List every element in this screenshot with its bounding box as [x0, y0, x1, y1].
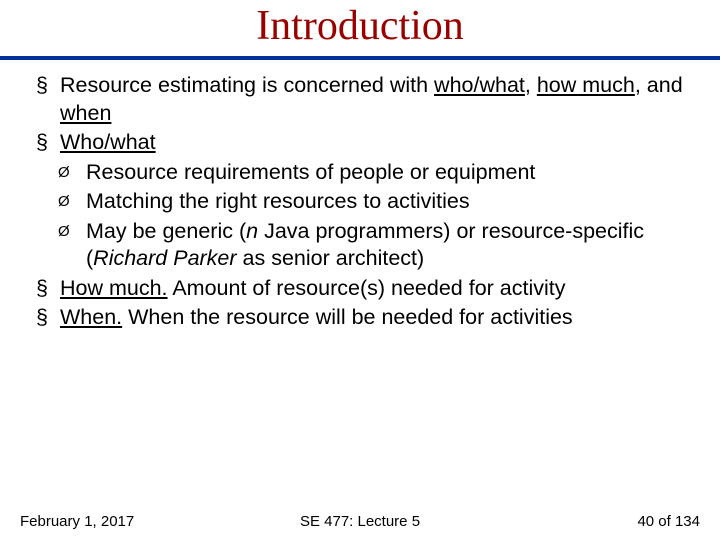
- text: Amount of resource(s) needed for activit…: [168, 276, 566, 300]
- underline: When.: [60, 305, 122, 329]
- subbullet-3: May be generic (n Java programmers) or r…: [36, 218, 690, 273]
- underline: how much: [537, 73, 635, 97]
- text: ,: [525, 73, 537, 97]
- bullet-4: When. When the resource will be needed f…: [36, 304, 690, 332]
- text: , and: [635, 73, 683, 97]
- text: Resource estimating is concerned with: [60, 73, 434, 97]
- text: Resource requirements of people or equip…: [86, 160, 535, 184]
- text: as senior architect): [237, 246, 425, 270]
- subbullet-1: Resource requirements of people or equip…: [36, 159, 690, 187]
- slide-footer: February 1, 2017 SE 477: Lecture 5 40 of…: [0, 513, 720, 530]
- bullet-3: How much. Amount of resource(s) needed f…: [36, 275, 690, 303]
- text: May be generic (: [86, 219, 246, 243]
- text: When the resource will be needed for act…: [122, 305, 573, 329]
- footer-course: SE 477: Lecture 5: [300, 513, 420, 530]
- slide-title: Introduction: [0, 0, 720, 56]
- bullet-2: Who/what: [36, 129, 690, 157]
- text: Matching the right resources to activiti…: [86, 189, 470, 213]
- slide-content: Resource estimating is concerned with wh…: [0, 60, 720, 332]
- bullet-1: Resource estimating is concerned with wh…: [36, 72, 690, 127]
- subbullet-2: Matching the right resources to activiti…: [36, 188, 690, 216]
- underline: How much.: [60, 276, 168, 300]
- slide: Introduction Resource estimating is conc…: [0, 0, 720, 540]
- footer-date: February 1, 2017: [20, 513, 134, 530]
- footer-page: 40 of 134: [637, 513, 700, 530]
- italic: n: [246, 219, 258, 243]
- underline: when: [60, 101, 111, 125]
- underline: Who/what: [60, 130, 156, 154]
- italic: Richard Parker: [93, 246, 236, 270]
- underline: who/what: [434, 73, 525, 97]
